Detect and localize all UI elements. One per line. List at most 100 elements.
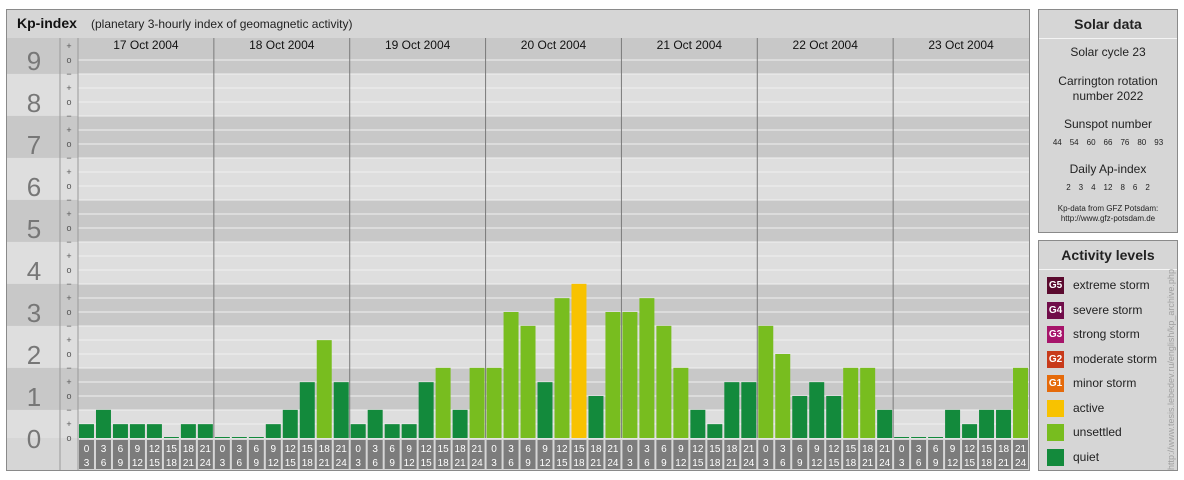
x-tick-label: 6	[525, 444, 531, 455]
band-8	[7, 73, 1029, 116]
sunspot-value: 60	[1086, 138, 1096, 147]
x-tick-label: 15	[828, 458, 840, 469]
day-label: 22 Oct 2004	[793, 38, 859, 52]
x-tick-label: 15	[302, 444, 314, 455]
activity-level-label: moderate storm	[1073, 351, 1158, 366]
kp-bar	[877, 409, 893, 438]
x-tick-label: 3	[780, 444, 786, 455]
kp-bar	[741, 382, 757, 438]
y-minor-label: +	[66, 41, 71, 51]
kp-bar	[945, 409, 961, 438]
band-7	[7, 115, 1029, 158]
kp-bar	[146, 424, 162, 438]
x-tick-label: 6	[780, 458, 786, 469]
x-tick-label: 6	[101, 458, 107, 469]
x-tick-label: 9	[814, 444, 820, 455]
y-minor-label: o	[66, 433, 71, 443]
y-tick-label: 1	[27, 382, 41, 412]
y-minor-label: −	[66, 69, 71, 79]
activity-level-swatch: G5	[1047, 277, 1064, 294]
activity-level-label: extreme storm	[1073, 278, 1150, 292]
kp-bar	[962, 424, 978, 438]
x-tick-label: 15	[573, 444, 585, 455]
y-minor-label: +	[66, 377, 71, 387]
x-tick-label: 18	[183, 444, 195, 455]
y-minor-label: o	[66, 97, 71, 107]
y-tick-label: 6	[27, 172, 41, 202]
x-tick-label: 0	[899, 444, 905, 455]
x-tick-label: 24	[743, 458, 755, 469]
y-minor-label: o	[66, 349, 71, 359]
x-tick-label: 3	[899, 458, 905, 469]
x-tick-label: 3	[644, 444, 650, 455]
kp-bar	[316, 340, 332, 438]
x-tick-label: 24	[472, 458, 484, 469]
kp-bar	[707, 424, 723, 438]
kp-bar	[843, 367, 859, 438]
x-tick-label: 21	[862, 458, 874, 469]
x-tick-label: 0	[627, 444, 633, 455]
x-tick-label: 6	[508, 458, 514, 469]
ap-index-value: 12	[1103, 183, 1113, 192]
band-6	[7, 157, 1029, 200]
activity-level-label: severe storm	[1073, 302, 1143, 317]
kp-bar	[622, 312, 638, 438]
day-label: 21 Oct 2004	[657, 38, 723, 52]
y-minor-label: o	[66, 307, 71, 317]
y-minor-label: o	[66, 265, 71, 275]
x-tick-label: 18	[862, 444, 874, 455]
solar-cycle: Solar cycle 23	[1070, 45, 1146, 59]
kp-bar	[639, 298, 655, 438]
kp-bar	[401, 424, 417, 438]
x-tick-label: 21	[472, 444, 484, 455]
kp-bar	[231, 437, 247, 438]
x-tick-label: 3	[101, 444, 107, 455]
kp-bar	[724, 382, 740, 438]
y-minor-label: o	[66, 223, 71, 233]
x-tick-label: 12	[285, 444, 297, 455]
kp-bar-chart: 0123456789o+−o+−o+−o+−o+−o+−o+−o+−o+−o+ 1…	[7, 38, 1029, 470]
day-label: 17 Oct 2004	[113, 38, 179, 52]
x-tick-label: 21	[183, 458, 195, 469]
x-tick-label: 21	[1015, 444, 1027, 455]
y-minor-label: −	[66, 363, 71, 373]
kp-bar	[605, 312, 621, 438]
x-tick-label: 9	[933, 458, 939, 469]
x-tick-label: 9	[797, 458, 803, 469]
activity-levels-title: Activity levels	[1039, 241, 1177, 270]
x-tick-label: 6	[372, 458, 378, 469]
x-tick-label: 21	[455, 458, 467, 469]
y-minor-label: +	[66, 335, 71, 345]
x-tick-label: 15	[709, 444, 721, 455]
x-tick-label: 18	[981, 458, 993, 469]
activity-level-swatch	[1047, 424, 1064, 441]
ap-index-value: 3	[1078, 183, 1084, 192]
x-tick-label: 0	[220, 444, 226, 455]
source-credit: http://www.tesis.lebedev.ru/english/kp_a…	[1166, 269, 1176, 470]
x-tick-label: 21	[200, 444, 212, 455]
x-tick-label: 12	[692, 444, 704, 455]
x-tick-label: 18	[709, 458, 721, 469]
x-tick-label: 3	[763, 458, 769, 469]
y-minor-label: −	[66, 321, 71, 331]
kp-bar	[486, 367, 502, 438]
x-tick-label: 18	[590, 444, 602, 455]
y-tick-label: 2	[27, 340, 41, 370]
kp-bar	[163, 437, 179, 438]
sunspot-value: 44	[1052, 138, 1062, 147]
kp-bar	[79, 424, 94, 438]
y-minor-label: +	[66, 419, 71, 429]
y-minor-label: +	[66, 125, 71, 135]
y-minor-label: +	[66, 293, 71, 303]
kp-bar	[197, 424, 213, 438]
activity-level-swatch: G3	[1047, 326, 1064, 343]
x-tick-label: 9	[525, 458, 531, 469]
x-tick-label: 12	[828, 444, 840, 455]
x-tick-label: 12	[675, 458, 687, 469]
kp-bar	[894, 437, 910, 438]
x-tick-label: 12	[964, 444, 976, 455]
x-tick-label: 18	[438, 458, 450, 469]
y-minor-label: o	[66, 139, 71, 149]
x-tick-label: 6	[237, 458, 243, 469]
x-tick-label: 3	[220, 458, 226, 469]
